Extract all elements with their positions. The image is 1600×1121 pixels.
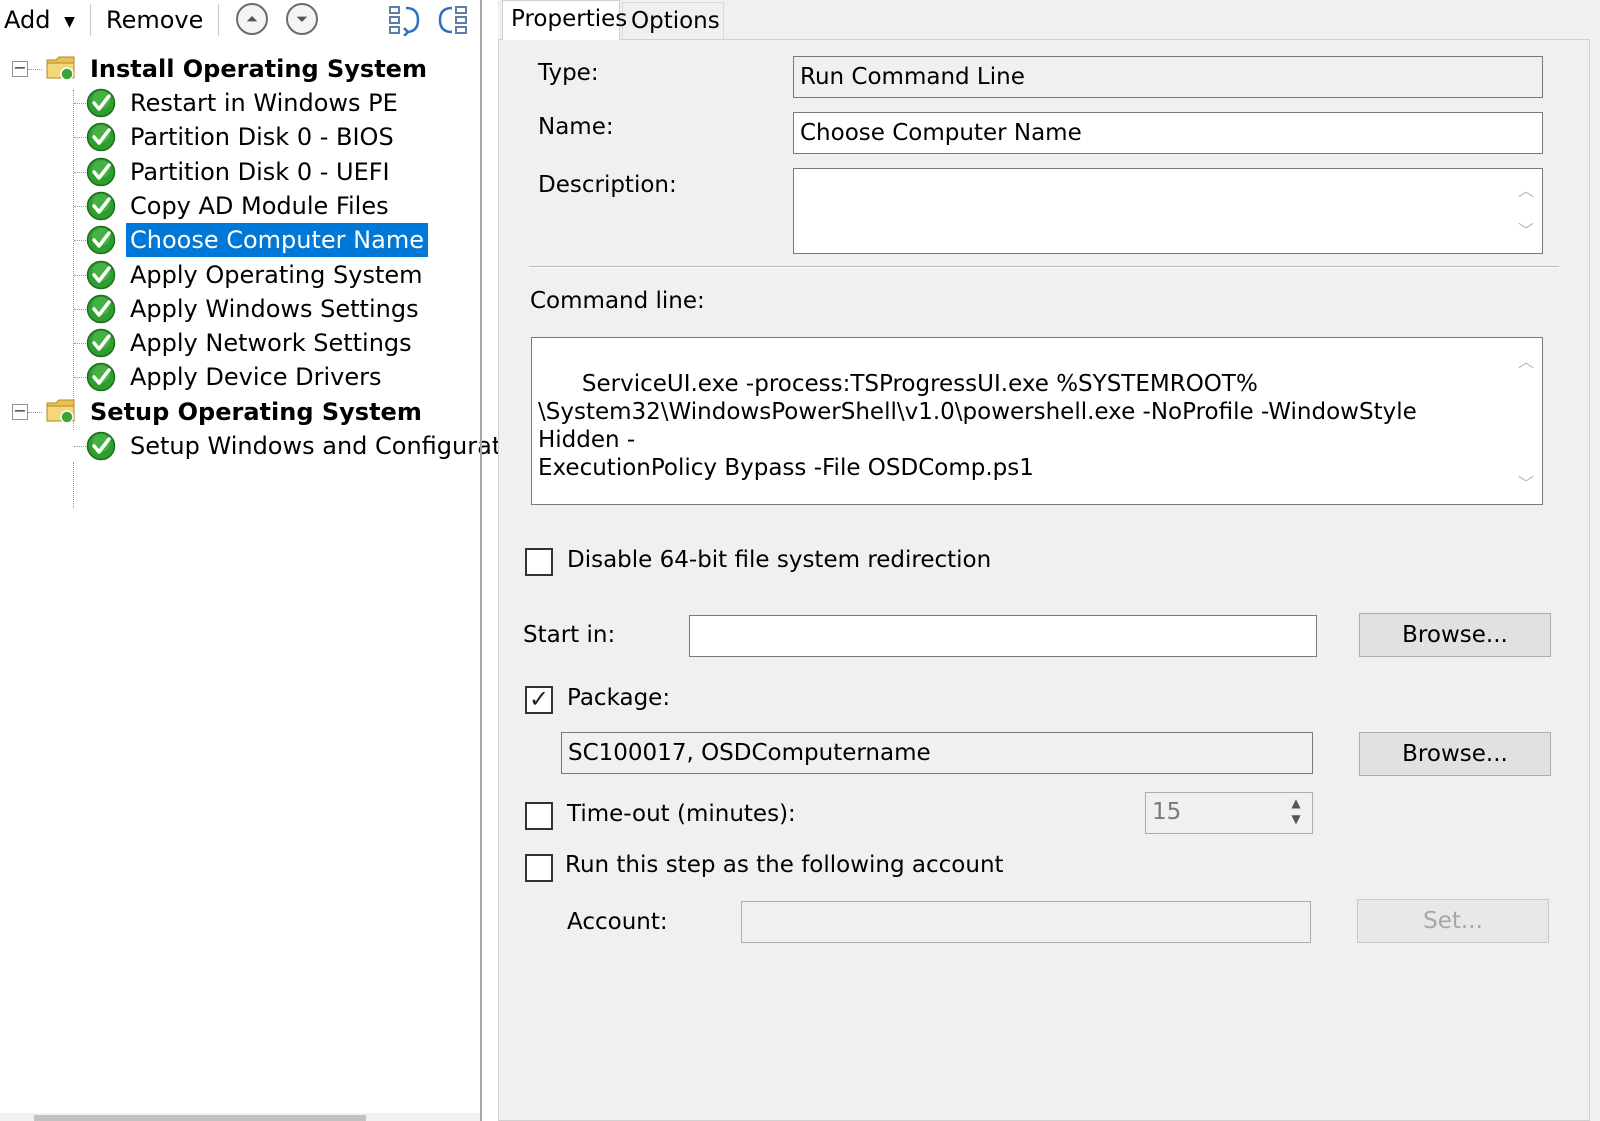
- green-check-icon: [86, 260, 116, 289]
- green-check-icon: [86, 225, 116, 255]
- green-check-icon: [86, 123, 116, 152]
- green-check-icon: [86, 294, 116, 324]
- description-label: Description:: [538, 172, 677, 198]
- tree-connector: [74, 137, 86, 139]
- timeout-spinner[interactable]: 15 ▲ ▼: [1145, 792, 1313, 834]
- scrollbar-thumb[interactable]: [34, 1115, 366, 1121]
- tree-connector: [73, 462, 74, 508]
- start-in-label: Start in:: [523, 622, 616, 648]
- tree-connector: [74, 343, 86, 345]
- spinner-arrows-icon[interactable]: ▲ ▼: [1282, 795, 1310, 831]
- tree-connector: [74, 446, 86, 447]
- checkmark-icon: ✓: [528, 685, 550, 713]
- package-field: SC100017, OSDComputername: [561, 732, 1313, 774]
- scroll-down-icon[interactable]: ﹀: [1518, 470, 1534, 498]
- tree-step-label: Restart in Windows PE: [130, 89, 398, 117]
- account-field: [741, 901, 1311, 943]
- command-line-label: Command line:: [530, 288, 705, 314]
- scroll-down-icon[interactable]: ﹀: [1518, 217, 1534, 245]
- tree-connector: [28, 69, 42, 70]
- name-field[interactable]: Choose Computer Name: [793, 112, 1543, 154]
- start-in-field[interactable]: [689, 615, 1317, 657]
- remove-button[interactable]: Remove: [106, 2, 203, 38]
- toolbar-separator: [90, 4, 91, 36]
- toolbar-separator: [218, 4, 219, 36]
- timeout-label: Time-out (minutes):: [567, 801, 796, 827]
- command-line-text: ServiceUI.exe -process:TSProgressUI.exe …: [538, 371, 1417, 481]
- set-account-button: Set...: [1357, 899, 1549, 943]
- toolbar: Add ▼ Remove ⏶ ⏷: [0, 0, 484, 40]
- tab-strip: Properties Options: [498, 0, 1600, 40]
- tree-step-label: Partition Disk 0 - UEFI: [130, 157, 390, 186]
- tab-options-label: Options: [631, 8, 720, 34]
- green-check-icon: [86, 88, 116, 118]
- start-in-browse-button[interactable]: Browse...: [1359, 613, 1551, 657]
- run-as-account-checkbox[interactable]: [525, 854, 553, 882]
- collapse-all-icon[interactable]: [438, 4, 474, 36]
- tree-connector: [74, 377, 86, 379]
- tree-connector: [28, 412, 42, 413]
- type-label: Type:: [538, 60, 599, 86]
- tab-properties-label: Properties: [511, 6, 628, 32]
- collapse-icon[interactable]: −: [12, 403, 28, 420]
- tree-connector: [74, 171, 86, 173]
- green-check-icon: [86, 157, 116, 186]
- green-check-icon: [86, 328, 116, 358]
- account-label: Account:: [567, 909, 668, 935]
- collapse-icon[interactable]: −: [12, 60, 28, 77]
- tree-connector: [74, 240, 86, 242]
- folder-icon: [46, 399, 75, 424]
- chevron-down-icon: ▼: [64, 14, 75, 30]
- tree-step-label: Partition Disk 0 - BIOS: [130, 123, 394, 152]
- timeout-value: 15: [1152, 799, 1182, 825]
- package-browse-button[interactable]: Browse...: [1359, 732, 1551, 776]
- green-check-icon: [86, 191, 116, 221]
- tree-step-label: Apply Network Settings: [130, 329, 412, 358]
- tree-step-label: Copy AD Module Files: [130, 191, 389, 220]
- add-button[interactable]: Add ▼: [4, 2, 75, 38]
- tree-connector: [73, 90, 74, 430]
- type-field: Run Command Line: [793, 56, 1543, 98]
- command-line-field[interactable]: ServiceUI.exe -process:TSProgressUI.exe …: [531, 337, 1543, 505]
- section-divider: [529, 266, 1559, 268]
- expand-all-icon[interactable]: [388, 4, 424, 37]
- tree-step-label: Choose Computer Name: [126, 223, 428, 258]
- move-up-icon[interactable]: ⏶: [236, 3, 268, 35]
- tree-connector: [74, 205, 86, 207]
- tab-properties[interactable]: Properties: [502, 0, 627, 40]
- tab-options[interactable]: Options: [622, 2, 724, 40]
- tree-step-label: Setup Windows and Configuratior: [130, 432, 533, 460]
- tree-group-label: Setup Operating System: [90, 398, 422, 426]
- remove-label: Remove: [106, 6, 204, 34]
- horizontal-scrollbar[interactable]: [0, 1113, 480, 1121]
- pane-splitter[interactable]: [480, 0, 482, 1121]
- tree-connector: [74, 308, 86, 310]
- scroll-up-icon[interactable]: ︿: [1518, 177, 1534, 205]
- step-properties-pane: Properties Options Type: Run Command Lin…: [498, 0, 1600, 1121]
- run-as-account-label: Run this step as the following account: [565, 852, 1004, 878]
- tree-step-label: Apply Device Drivers: [130, 363, 382, 392]
- move-down-icon[interactable]: ⏷: [286, 3, 318, 35]
- scroll-up-icon[interactable]: ︿: [1518, 348, 1534, 376]
- timeout-checkbox[interactable]: [525, 802, 553, 830]
- disable-64bit-label: Disable 64-bit file system redirection: [567, 547, 992, 573]
- tree-connector: [74, 274, 86, 276]
- tree-group-label: Install Operating System: [90, 55, 427, 83]
- green-check-icon: [86, 363, 116, 392]
- tree-step-label: Apply Windows Settings: [130, 294, 419, 323]
- tree-connector: [74, 103, 86, 104]
- add-label: Add: [4, 6, 51, 34]
- disable-64bit-checkbox[interactable]: [525, 548, 553, 576]
- package-label: Package:: [567, 685, 671, 711]
- properties-tab-body: Type: Run Command Line Name: Choose Comp…: [498, 39, 1590, 1121]
- package-checkbox[interactable]: ✓: [525, 686, 553, 714]
- name-label: Name:: [538, 114, 614, 140]
- tree-step-label: Apply Operating System: [130, 260, 423, 289]
- green-check-icon: [86, 431, 116, 461]
- description-field[interactable]: ︿ ﹀: [793, 168, 1543, 254]
- folder-icon: [46, 56, 75, 81]
- task-sequence-tree-pane: Add ▼ Remove ⏶ ⏷ − Install Operating Sys…: [0, 0, 532, 1121]
